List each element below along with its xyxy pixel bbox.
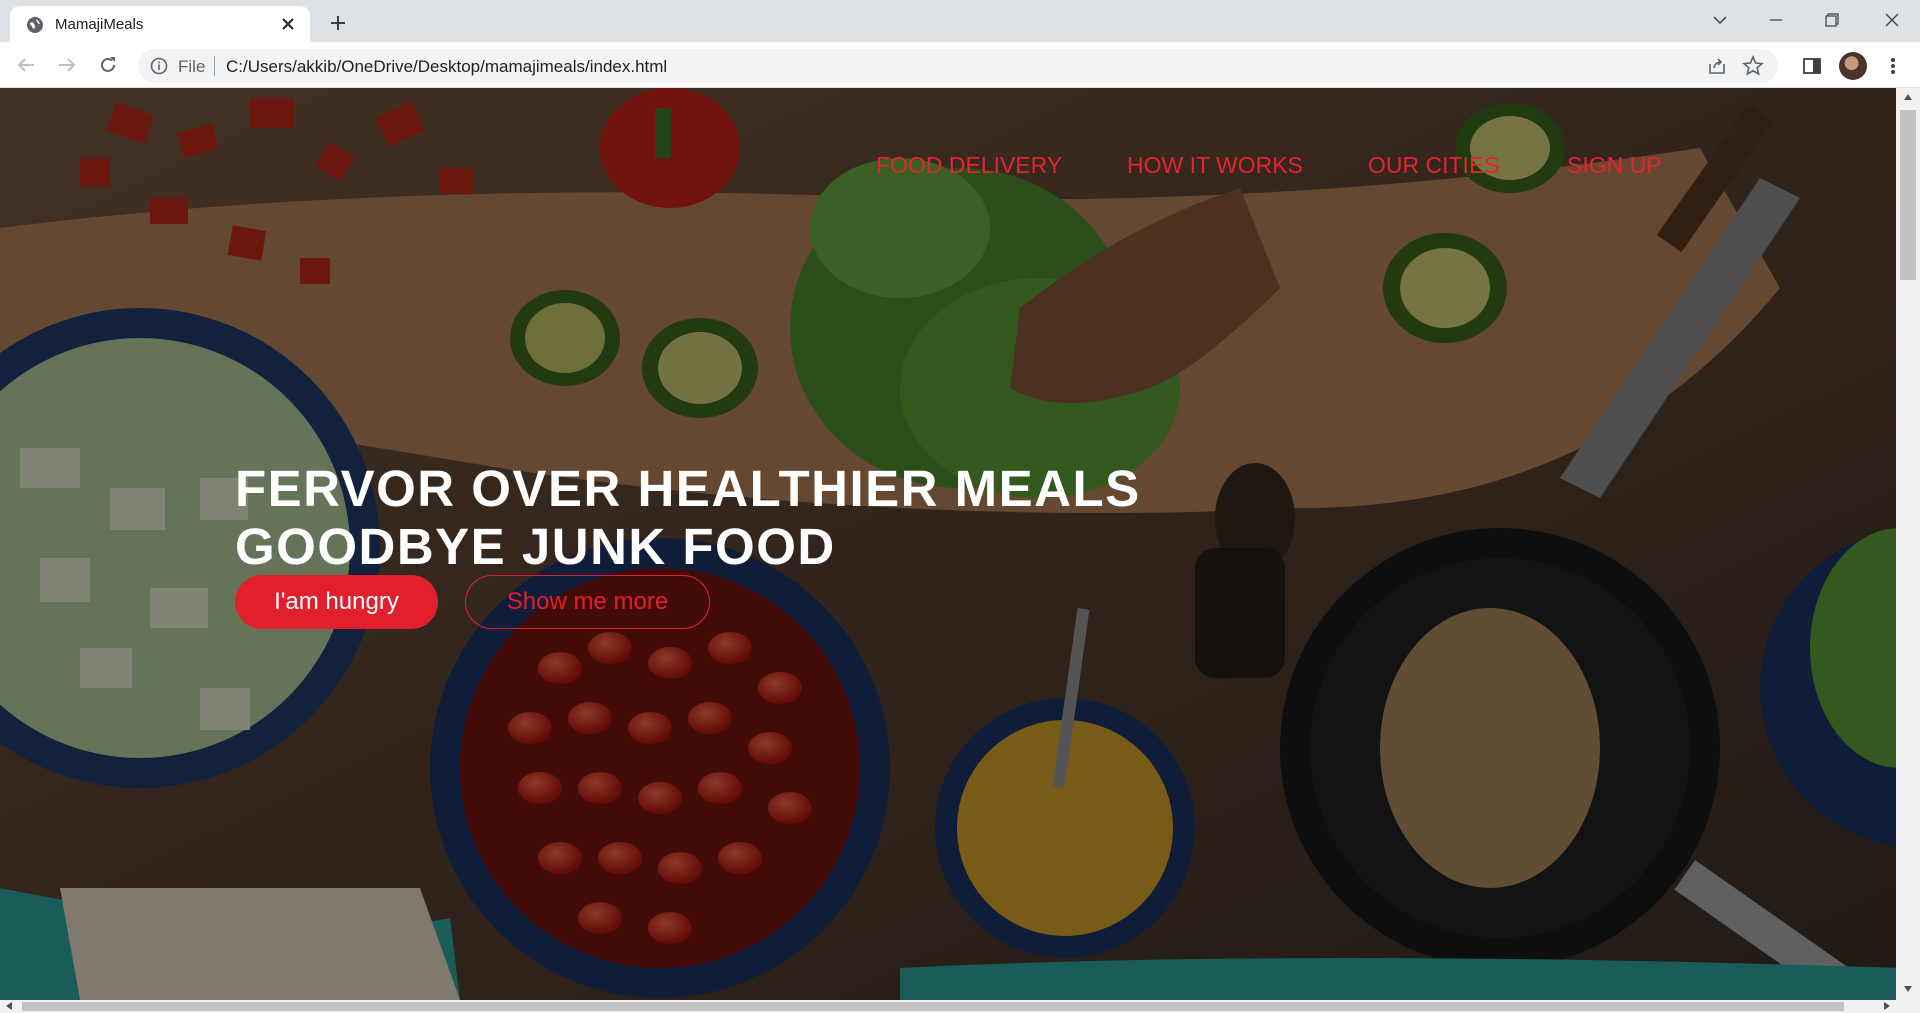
page-viewport: FOOD DELIVERY HOW IT WORKS OUR CITIES SI… xyxy=(0,88,1896,1000)
im-hungry-button[interactable]: I'am hungry xyxy=(235,575,438,629)
scroll-down-arrow-icon[interactable] xyxy=(1904,986,1912,992)
browser-tab[interactable]: MamajiMeals xyxy=(10,6,310,42)
vertical-scroll-thumb[interactable] xyxy=(1900,110,1916,280)
restore-icon[interactable] xyxy=(1804,0,1860,40)
scroll-up-arrow-icon[interactable] xyxy=(1904,94,1912,100)
tab-strip: MamajiMeals xyxy=(0,0,1920,42)
forward-icon[interactable] xyxy=(51,49,83,81)
nav-how-it-works[interactable]: HOW IT WORKS xyxy=(1127,152,1303,179)
menu-kebab-icon[interactable] xyxy=(1880,53,1906,79)
back-icon[interactable] xyxy=(10,49,42,81)
horizontal-scrollbar[interactable] xyxy=(0,1000,1920,1013)
reload-icon[interactable] xyxy=(92,49,124,81)
address-scheme: File xyxy=(178,57,206,76)
globe-icon xyxy=(27,17,43,33)
show-me-more-button[interactable]: Show me more xyxy=(465,575,710,629)
headline-line-1: FERVOR OVER HEALTHIER MEALS xyxy=(235,460,1141,517)
nav-our-cities[interactable]: OUR CITIES xyxy=(1368,152,1500,179)
address-bar[interactable]: File C:/Users/akkib/OneDrive/Desktop/mam… xyxy=(138,49,1778,83)
hero-headline: FERVOR OVER HEALTHIER MEALS GOODBYE JUNK… xyxy=(235,460,1141,576)
headline-line-2: GOODBYE JUNK FOOD xyxy=(235,518,836,575)
vertical-scrollbar[interactable] xyxy=(1896,88,1920,1000)
bookmark-star-icon[interactable] xyxy=(1742,55,1764,77)
horizontal-scroll-thumb[interactable] xyxy=(22,1002,1844,1011)
tab-search-icon[interactable] xyxy=(1692,0,1748,40)
tab-title: MamajiMeals xyxy=(55,16,144,33)
minimize-icon[interactable] xyxy=(1748,0,1804,40)
new-tab-button[interactable] xyxy=(324,9,352,37)
address-url[interactable]: C:/Users/akkib/OneDrive/Desktop/mamajime… xyxy=(226,57,667,77)
info-icon[interactable] xyxy=(150,57,168,75)
share-icon[interactable] xyxy=(1706,55,1728,77)
close-tab-icon[interactable] xyxy=(276,12,300,36)
profile-avatar[interactable] xyxy=(1839,52,1867,80)
scroll-left-arrow-icon[interactable] xyxy=(6,1002,12,1010)
browser-toolbar: File C:/Users/akkib/OneDrive/Desktop/mam… xyxy=(0,42,1920,88)
nav-sign-up[interactable]: SIGN UP xyxy=(1567,152,1662,179)
nav-food-delivery[interactable]: FOOD DELIVERY xyxy=(876,152,1062,179)
scroll-right-arrow-icon[interactable] xyxy=(1884,1002,1890,1010)
side-panel-icon[interactable] xyxy=(1799,53,1825,79)
close-window-icon[interactable] xyxy=(1864,0,1920,40)
address-divider xyxy=(214,56,215,76)
